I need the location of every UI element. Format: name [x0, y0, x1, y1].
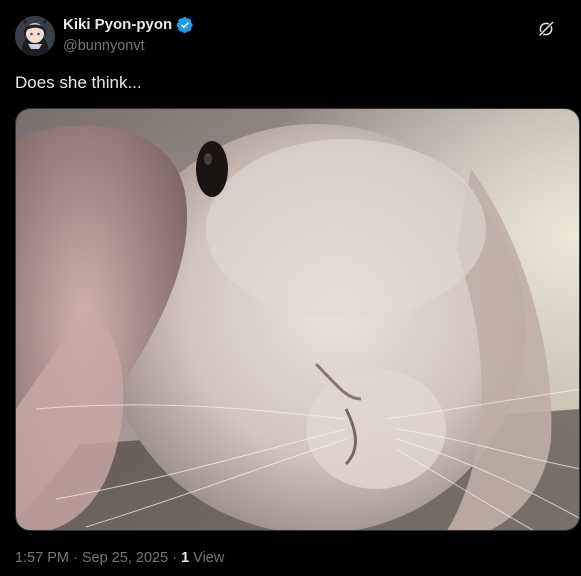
avatar-image: [15, 16, 55, 56]
views-count: 1: [181, 550, 190, 566]
bunny-photo: [16, 109, 579, 530]
grok-icon: [538, 21, 554, 37]
meta-separator-2: ·: [168, 550, 182, 566]
tweet-date: Sep 25, 2025: [81, 550, 169, 566]
verified-badge-icon: [176, 16, 194, 34]
tweet-meta: 1:57 PM · Sep 25, 2025 · 1 View: [15, 549, 224, 567]
avatar[interactable]: [15, 16, 55, 56]
author-name-row[interactable]: Kiki Pyon-pyon: [63, 16, 194, 34]
tweet: Kiki Pyon-pyon @bunnyonvt Does she think…: [0, 0, 581, 576]
author-handle[interactable]: @bunnyonvt: [63, 37, 194, 55]
views-label: View: [189, 550, 225, 566]
author-block: Kiki Pyon-pyon @bunnyonvt: [63, 16, 194, 55]
tweet-photo[interactable]: [15, 108, 580, 531]
tweet-time: 1:57 PM: [15, 550, 69, 566]
tweet-timestamp[interactable]: 1:57 PM · Sep 25, 2025: [15, 550, 168, 566]
meta-separator: ·: [69, 550, 82, 566]
tweet-text: Does she think...: [15, 73, 142, 92]
grok-button[interactable]: [533, 16, 559, 42]
author-display-name[interactable]: Kiki Pyon-pyon: [63, 16, 172, 34]
